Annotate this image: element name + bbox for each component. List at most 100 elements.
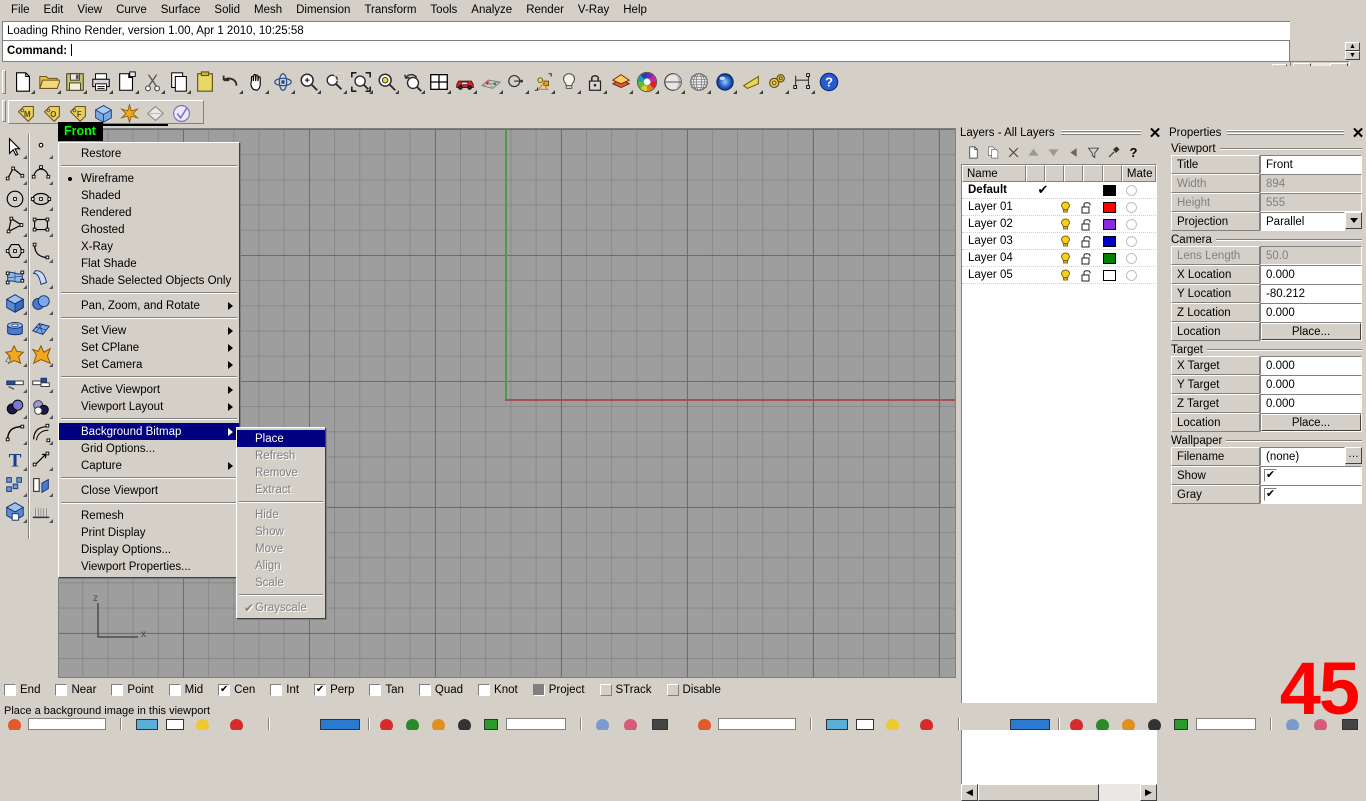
layers-list[interactable]: Name Mate Default ✔ Layer 01 Layer 02 Layer 0…	[961, 164, 1157, 786]
layer-color-swatch[interactable]	[1098, 252, 1120, 264]
zoom-in-icon[interactable]	[296, 69, 322, 95]
bgbmp-place[interactable]: Place	[237, 430, 325, 447]
ctx-remesh[interactable]: Remesh	[59, 507, 239, 524]
sidebar-offset-curve-icon[interactable]	[28, 420, 54, 446]
ctx-capture[interactable]: Capture	[59, 457, 239, 474]
sphere-rendered-icon[interactable]	[712, 69, 738, 95]
ctx-wireframe[interactable]: Wireframe	[59, 170, 239, 187]
layer-material-icon[interactable]	[1120, 235, 1142, 247]
sidebar-circle-icon[interactable]	[2, 186, 28, 212]
sidebar-boolean-union-icon[interactable]	[28, 342, 54, 368]
osnap-quad[interactable]: Quad	[418, 684, 463, 696]
bottom-grid-icon[interactable]	[652, 719, 668, 730]
rotate-view-icon[interactable]	[270, 69, 296, 95]
material-tag-icon[interactable]: M	[12, 100, 38, 126]
osnap-checkbox[interactable]	[55, 684, 68, 696]
layer-lock-icon[interactable]	[1076, 218, 1098, 231]
sidebar-fillet-curve-icon[interactable]	[2, 420, 28, 446]
menu-item-surface[interactable]: Surface	[154, 1, 208, 19]
ctx-flat-shade[interactable]: Flat Shade	[59, 255, 239, 272]
osnap-checkbox[interactable]	[4, 684, 16, 696]
property-value[interactable]: 0.000	[1260, 356, 1362, 375]
ctx-close-viewport[interactable]: Close Viewport	[59, 482, 239, 499]
layers-row[interactable]: Layer 01	[962, 199, 1156, 216]
sidebar-text-tool-icon[interactable]: T	[2, 446, 28, 472]
bottom-orange-marker-icon-right[interactable]	[1122, 719, 1135, 730]
history-scroll-down-button[interactable]: ▼	[1345, 51, 1360, 60]
lock-icon[interactable]	[582, 69, 608, 95]
help-icon[interactable]: ?	[816, 69, 842, 95]
osnap-checkbox[interactable]	[418, 684, 431, 696]
layer-color-swatch[interactable]	[1098, 269, 1120, 281]
layer-material-icon[interactable]	[1120, 218, 1142, 230]
bottom-layer-name-field[interactable]	[28, 718, 106, 730]
viewport-title-label[interactable]: Front	[58, 122, 103, 141]
menu-item-view[interactable]: View	[70, 1, 109, 19]
osnap-checkbox[interactable]	[270, 684, 283, 696]
sidebar-hexagon-icon[interactable]	[2, 238, 28, 264]
layer-name[interactable]: Layer 04	[962, 252, 1032, 264]
layers-panel-grip[interactable]	[1060, 130, 1141, 136]
viewport-context-menu[interactable]: Restore Wireframe Shaded Rendered Ghosted X-R…	[58, 142, 240, 578]
menu-item-v-ray[interactable]: V-Ray	[571, 1, 616, 19]
bottom-blue-dot-icon[interactable]	[596, 719, 609, 730]
menu-item-render[interactable]: Render	[519, 1, 571, 19]
layers-duplicate-layer-icon[interactable]	[984, 143, 1003, 161]
show-checkbox[interactable]: ✔	[1264, 469, 1277, 482]
osnap-checkbox[interactable]: ✔	[314, 684, 327, 696]
save-icon[interactable]	[62, 69, 88, 95]
print-icon[interactable]	[88, 69, 114, 95]
layer-color-swatch[interactable]	[1098, 201, 1120, 213]
ctx-viewport-layout[interactable]: Viewport Layout	[59, 398, 239, 415]
bottom-dark-marker-icon-right[interactable]	[1148, 719, 1161, 730]
osnap-tan[interactable]: Tan	[369, 684, 404, 696]
osnap-checkbox[interactable]	[369, 684, 382, 696]
lightbulb-icon[interactable]	[556, 69, 582, 95]
sidebar-select-arrow-icon[interactable]	[2, 134, 28, 160]
bottom-bulb-icon[interactable]	[196, 719, 209, 730]
layer-lock-icon[interactable]	[1076, 201, 1098, 214]
layer-material-icon[interactable]	[1120, 201, 1142, 213]
layer-material-icon[interactable]	[1120, 269, 1142, 281]
bottom-lock-small-icon[interactable]	[230, 719, 243, 730]
ctx-set-view[interactable]: Set View	[59, 322, 239, 339]
viewport-layout-icon[interactable]	[426, 69, 452, 95]
sidebar-boolean-difference-icon[interactable]	[2, 394, 28, 420]
bottom-divider[interactable]	[268, 718, 270, 730]
cut-scissors-icon[interactable]	[140, 69, 166, 95]
layer-visibility-icon[interactable]	[1054, 201, 1076, 214]
ctx-grid-options[interactable]: Grid Options...	[59, 440, 239, 457]
menu-item-transform[interactable]: Transform	[357, 1, 423, 19]
sidebar-scale-icon[interactable]	[28, 446, 54, 472]
layer-color-swatch[interactable]	[1098, 218, 1120, 230]
print-preview-icon[interactable]	[114, 69, 140, 95]
command-line[interactable]: Command:	[2, 41, 1290, 62]
dimension-icon[interactable]	[790, 69, 816, 95]
menu-item-curve[interactable]: Curve	[109, 1, 154, 19]
ctx-print-display[interactable]: Print Display	[59, 524, 239, 541]
properties-panel-grip[interactable]	[1227, 130, 1344, 136]
property-value[interactable]: Parallel	[1260, 212, 1345, 231]
snapshot-icon[interactable]	[116, 100, 142, 126]
location-place-button[interactable]: Place...	[1261, 414, 1361, 431]
bottom-divider-right[interactable]	[1270, 718, 1272, 730]
sidebar-polygon-arc-icon[interactable]	[2, 212, 28, 238]
layers-new-layer-icon[interactable]	[964, 143, 983, 161]
ctx-active-viewport[interactable]: Active Viewport	[59, 381, 239, 398]
layer-name[interactable]: Layer 03	[962, 235, 1032, 247]
osnap-near[interactable]: Near	[55, 684, 96, 696]
osnap-checkbox[interactable]	[599, 684, 612, 696]
zoom-selected-icon[interactable]	[374, 69, 400, 95]
zoom-extents-icon[interactable]	[348, 69, 374, 95]
secondary-toolbar-grip[interactable]	[2, 100, 6, 122]
sidebar-mesh-tools-icon[interactable]	[28, 498, 54, 524]
bottom-divider[interactable]	[580, 718, 582, 730]
new-file-icon[interactable]	[10, 69, 36, 95]
sidebar-curve-interp-icon[interactable]	[28, 160, 54, 186]
osnap-checkbox[interactable]	[168, 684, 181, 696]
layer-name[interactable]: Default	[962, 184, 1032, 196]
osnap-checkbox[interactable]	[478, 684, 491, 696]
sidebar-surface-patch-icon[interactable]	[2, 264, 28, 290]
menu-item-edit[interactable]: Edit	[37, 1, 71, 19]
layers-column-header[interactable]: Mate	[1121, 165, 1156, 182]
